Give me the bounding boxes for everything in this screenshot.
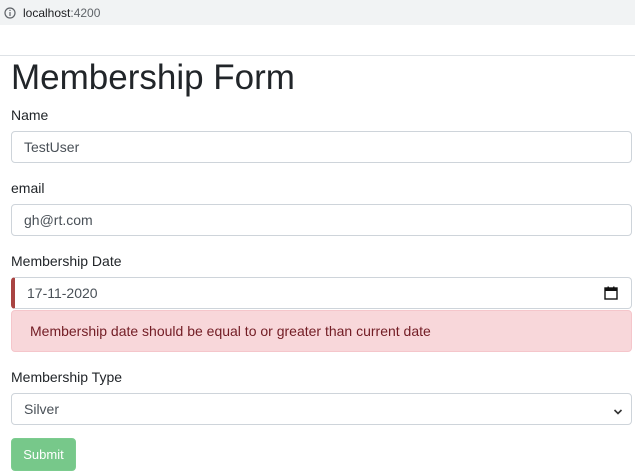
- url-host: localhost: [23, 5, 71, 20]
- submit-button[interactable]: Submit: [11, 438, 76, 471]
- membership-date-error-text: Membership date should be equal to or gr…: [30, 323, 431, 339]
- membership-type-selected-value: Silver: [24, 401, 60, 417]
- browser-address-bar[interactable]: localhost:4200: [0, 0, 635, 25]
- url-port: :4200: [70, 5, 101, 20]
- membership-date-label: Membership Date: [11, 253, 122, 269]
- membership-date-value: 17-11-2020: [27, 285, 98, 301]
- name-field[interactable]: TestUser: [11, 131, 632, 163]
- page-title: Membership Form: [11, 58, 295, 97]
- membership-type-label: Membership Type: [11, 369, 123, 385]
- info-icon[interactable]: [4, 6, 16, 19]
- email-field[interactable]: gh@rt.com: [11, 204, 632, 236]
- membership-date-error-alert: Membership date should be equal to or gr…: [11, 310, 632, 352]
- browser-toolbar-area: [0, 25, 635, 56]
- name-value: TestUser: [24, 139, 80, 155]
- email-label: email: [11, 180, 45, 196]
- calendar-icon[interactable]: [604, 286, 618, 300]
- email-value: gh@rt.com: [24, 212, 93, 228]
- name-label: Name: [11, 107, 49, 123]
- chevron-down-icon: [613, 404, 623, 415]
- membership-date-field[interactable]: 17-11-2020: [11, 277, 632, 309]
- url-text[interactable]: localhost:4200: [23, 6, 100, 20]
- membership-type-select[interactable]: Silver: [11, 393, 632, 425]
